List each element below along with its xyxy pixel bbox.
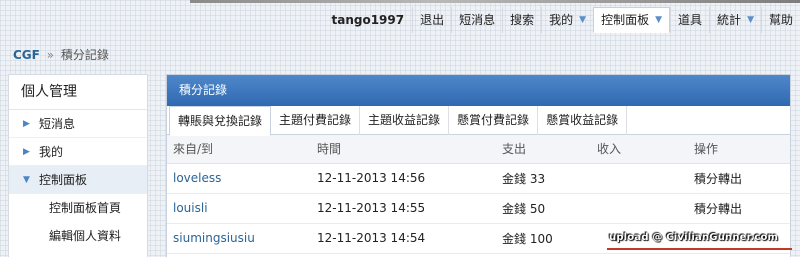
nav-messages-label: 短消息 (459, 13, 496, 27)
chevron-right-icon: ▶ (23, 146, 30, 157)
watermark: upload @ CivilianGunner.com (609, 232, 779, 243)
cell-user: siumingsiusiu (167, 223, 311, 254)
cell-action: 積分轉出 (688, 163, 790, 194)
user-link[interactable]: louisli (173, 201, 208, 215)
table-row: louisli 12-11-2013 14:55 金錢 50 積分轉出 (167, 193, 790, 224)
chevron-right-icon: ▶ (23, 118, 30, 129)
nav-stats[interactable]: 統計 ▼ (709, 7, 761, 33)
credit-log-panel: 積分記錄 轉賬與兌換記錄 主題付費記錄 主題收益記錄 懸賞付費記錄 懸賞收益記錄… (166, 74, 791, 257)
nav-stats-label: 統計 (717, 13, 742, 27)
column-header-time: 時間 (311, 135, 496, 164)
nav-logout[interactable]: 退出 (412, 7, 451, 33)
cell-expense: 金錢 100 (496, 223, 591, 254)
sidebar-item-label: 控制面板 (39, 172, 88, 187)
sidebar-item-label: 我的 (39, 144, 64, 159)
sidebar-item-my[interactable]: ▶ 我的 (9, 138, 147, 166)
cell-time: 12-11-2013 14:55 (311, 193, 496, 224)
tab-topic-payment[interactable]: 主題付費記錄 (271, 106, 361, 135)
tab-reward-income[interactable]: 懸賞收益記錄 (538, 106, 628, 135)
cell-expense: 金錢 33 (496, 163, 591, 194)
breadcrumb-current: 積分記錄 (60, 48, 109, 62)
breadcrumb: CGF » 積分記錄 (13, 46, 109, 63)
sidebar-subitem-edit-profile[interactable]: 編輯個人資料 (9, 222, 147, 250)
cell-income (591, 163, 688, 194)
cell-action: 積分轉出 (688, 193, 790, 224)
nav-control-panel[interactable]: 控制面板 ▼ (593, 7, 671, 33)
cell-time: 12-11-2013 14:56 (311, 163, 496, 194)
chevron-down-icon: ▼ (23, 174, 30, 185)
nav-tools-label: 道具 (678, 13, 703, 27)
column-header-expense: 支出 (496, 135, 591, 164)
sidebar-item-label: 短消息 (39, 116, 76, 131)
chevron-down-icon: ▼ (579, 15, 587, 25)
chevron-down-icon: ▼ (655, 15, 663, 25)
cell-income (591, 193, 688, 224)
panel-title: 積分記錄 (167, 75, 790, 106)
nav-help[interactable]: 幫助 (760, 7, 800, 33)
tab-reward-payment[interactable]: 懸賞付費記錄 (449, 106, 539, 135)
tab-topic-income[interactable]: 主題收益記錄 (360, 106, 450, 135)
breadcrumb-separator: » (46, 48, 55, 62)
nav-logout-label: 退出 (420, 13, 445, 27)
sidebar-item-control-panel[interactable]: ▼ 控制面板 (9, 166, 147, 194)
sidebar-title: 個人管理 (9, 75, 147, 110)
cell-expense: 金錢 50 (496, 193, 591, 224)
column-header-income: 收入 (591, 135, 688, 164)
banner-strip (190, 0, 800, 3)
nav-search[interactable]: 搜索 (502, 7, 541, 33)
table-header-row: 來自/到 時間 支出 收入 操作 (167, 135, 790, 164)
cell-user: louisli (167, 193, 311, 224)
column-header-action: 操作 (688, 135, 790, 164)
column-header-from-to: 來自/到 (167, 135, 311, 164)
sidebar-item-messages[interactable]: ▶ 短消息 (9, 110, 147, 138)
nav-my[interactable]: 我的 ▼ (541, 7, 593, 33)
username[interactable]: tango1997 (324, 7, 413, 33)
nav-messages[interactable]: 短消息 (451, 7, 502, 33)
user-link[interactable]: siumingsiusiu (173, 231, 255, 245)
chevron-down-icon: ▼ (747, 15, 754, 25)
nav-tools[interactable]: 道具 (670, 7, 709, 33)
table-row: loveless 12-11-2013 14:56 金錢 33 積分轉出 (167, 163, 790, 194)
watermark-underline (607, 248, 792, 250)
cell-user: loveless (167, 163, 311, 194)
sidebar: 個人管理 ▶ 短消息 ▶ 我的 ▼ 控制面板 控制面板首頁 編輯個人資料 (8, 74, 148, 257)
nav-my-label: 我的 (549, 13, 574, 27)
nav-search-label: 搜索 (510, 13, 535, 27)
nav-help-label: 幫助 (768, 13, 793, 27)
nav-control-panel-label: 控制面板 (601, 13, 650, 27)
sidebar-subitem-control-panel-home[interactable]: 控制面板首頁 (9, 194, 147, 222)
cell-time: 12-11-2013 14:54 (311, 223, 496, 254)
user-link[interactable]: loveless (173, 171, 221, 185)
tab-transfer-exchange[interactable]: 轉賬與兌換記錄 (169, 106, 272, 136)
tab-bar: 轉賬與兌換記錄 主題付費記錄 主題收益記錄 懸賞付費記錄 懸賞收益記錄 (167, 106, 790, 136)
top-nav: tango1997 退出 短消息 搜索 我的 ▼ 控制面板 ▼ 道具 統計 ▼ 幫助 (324, 7, 800, 33)
breadcrumb-home[interactable]: CGF (13, 48, 40, 62)
